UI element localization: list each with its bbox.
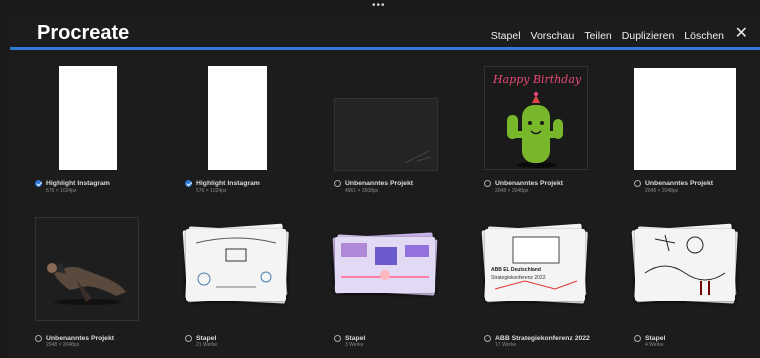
stack-count: 3 Werke (345, 342, 364, 348)
selection-circle-icon[interactable] (634, 179, 641, 187)
stack-title: Stapel (645, 334, 666, 342)
selection-circle-icon[interactable] (185, 334, 192, 342)
stack-item[interactable]: Stapel 21 Werke (182, 217, 305, 357)
vorschau-button[interactable]: Vorschau (531, 30, 575, 42)
artwork-item[interactable]: Highlight Instagram 576 × 1024px (35, 64, 155, 204)
stack-title: ABB Strategiekonferenz 2022 (495, 334, 590, 342)
artwork-size: 576 × 1024px (46, 188, 77, 194)
selection-circle-icon[interactable] (484, 179, 491, 187)
artwork-thumbnail[interactable] (59, 66, 117, 170)
artwork-title: Unbenanntes Projekt (495, 179, 563, 187)
app-title: Procreate (37, 22, 130, 44)
stack-art-line2: Strategiekonferenz 2022 (491, 275, 546, 281)
artwork-title: Highlight Instagram (196, 179, 260, 187)
sketchnote-illustration (195, 237, 277, 288)
figure-illustration (47, 262, 126, 305)
artwork-title: Unbenanntes Projekt (345, 179, 413, 187)
sketch-illustration (644, 234, 726, 295)
stack-item[interactable]: Stapel 4 Werke (631, 217, 754, 357)
stack-item[interactable]: ABB EL Deutschland Strategiekonferenz 20… (481, 217, 604, 357)
sketch-lines (404, 150, 432, 164)
artwork-thumbnail[interactable]: Happy Birthday (484, 66, 588, 170)
stapel-button[interactable]: Stapel (491, 30, 521, 42)
artwork-item[interactable]: Highlight Instagram 576 × 1024px (185, 64, 305, 204)
stack-title: Stapel (345, 334, 366, 342)
duplizieren-button[interactable]: Duplizieren (622, 30, 675, 42)
selection-check-icon[interactable] (35, 179, 42, 187)
more-dots-icon[interactable]: ••• (372, 1, 392, 11)
header-accent-line (10, 47, 760, 50)
stack-count: 4 Werke (645, 342, 664, 348)
selection-circle-icon[interactable] (484, 334, 491, 342)
loeschen-button[interactable]: Löschen (684, 30, 724, 42)
artwork-size: 2048 × 2048px (46, 342, 80, 348)
teilen-button[interactable]: Teilen (584, 30, 611, 42)
artwork-size: 4961 × 3508px (345, 188, 379, 194)
artwork-size: 2048 × 2048px (645, 188, 679, 194)
artwork-size: 2048 × 2048px (495, 188, 529, 194)
close-icon[interactable]: ✕ (735, 26, 748, 42)
stack-card-front[interactable] (635, 229, 735, 301)
stack-title: Stapel (196, 334, 217, 342)
artwork-title: Highlight Instagram (46, 179, 110, 187)
selection-check-icon[interactable] (185, 179, 192, 187)
artwork-size: 576 × 1024px (196, 188, 227, 194)
artwork-title: Unbenanntes Projekt (645, 179, 713, 187)
top-bar: Procreate Stapel Vorschau Teilen Duplizi… (10, 16, 760, 48)
artwork-item[interactable]: Unbenanntes Projekt 4961 × 3508px (334, 64, 454, 204)
artwork-title: Unbenanntes Projekt (46, 334, 114, 342)
stack-card-front[interactable] (186, 229, 286, 301)
selection-circle-icon[interactable] (634, 334, 641, 342)
stack-art-line1: ABB EL Deutschland (491, 267, 541, 273)
artwork-thumbnail[interactable] (35, 217, 139, 321)
stack-card-front[interactable] (335, 237, 435, 293)
stack-count: 21 Werke (196, 342, 218, 348)
artwork-item[interactable]: Unbenanntes Projekt 2048 × 2048px (35, 217, 155, 357)
sketchnote-illustration (494, 236, 578, 290)
stack-count: 17 Werke (495, 342, 517, 348)
artwork-art-text: Happy Birthday (493, 73, 582, 86)
selection-circle-icon[interactable] (35, 334, 42, 342)
selection-circle-icon[interactable] (334, 334, 341, 342)
artwork-item[interactable]: Happy Birthday Unbenanntes Projekt 2048 … (484, 64, 604, 204)
artwork-item[interactable]: Unbenanntes Projekt 2048 × 2048px (634, 64, 754, 204)
artwork-thumbnail[interactable] (208, 66, 267, 170)
artwork-thumbnail[interactable] (334, 98, 438, 171)
stack-card-front[interactable]: ABB EL Deutschland Strategiekonferenz 20… (485, 229, 585, 301)
stack-item[interactable]: Stapel 3 Werke (332, 217, 454, 357)
artwork-thumbnail[interactable] (634, 68, 736, 170)
nav-menu: Stapel Vorschau Teilen Duplizieren Lösch… (491, 30, 724, 42)
infographic-illustration (341, 243, 429, 280)
selection-circle-icon[interactable] (334, 179, 341, 187)
